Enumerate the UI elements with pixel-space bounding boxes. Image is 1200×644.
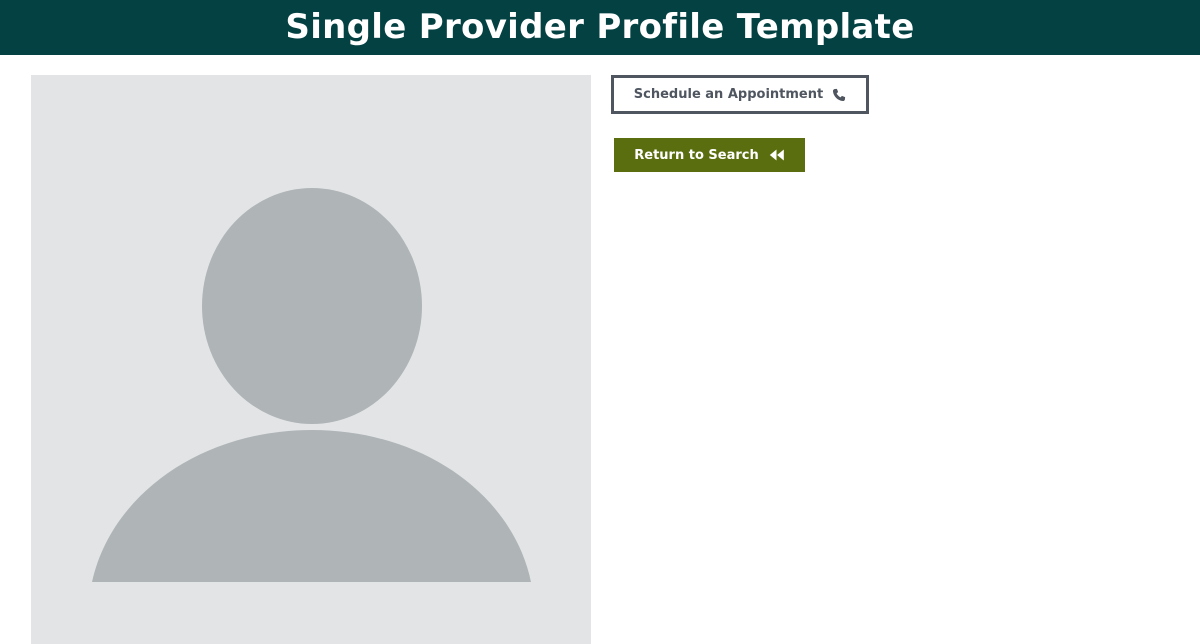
schedule-appointment-button[interactable]: Schedule an Appointment bbox=[611, 75, 869, 114]
provider-photo bbox=[31, 75, 591, 644]
page-title: Single Provider Profile Template bbox=[285, 7, 915, 47]
page-header: Single Provider Profile Template bbox=[0, 0, 1200, 55]
double-chevron-left-icon bbox=[769, 149, 785, 161]
person-placeholder-icon bbox=[92, 188, 531, 582]
schedule-appointment-label: Schedule an Appointment bbox=[633, 87, 824, 102]
return-to-search-button[interactable]: Return to Search bbox=[614, 138, 805, 172]
phone-icon bbox=[832, 88, 846, 102]
return-to-search-label: Return to Search bbox=[634, 147, 759, 163]
